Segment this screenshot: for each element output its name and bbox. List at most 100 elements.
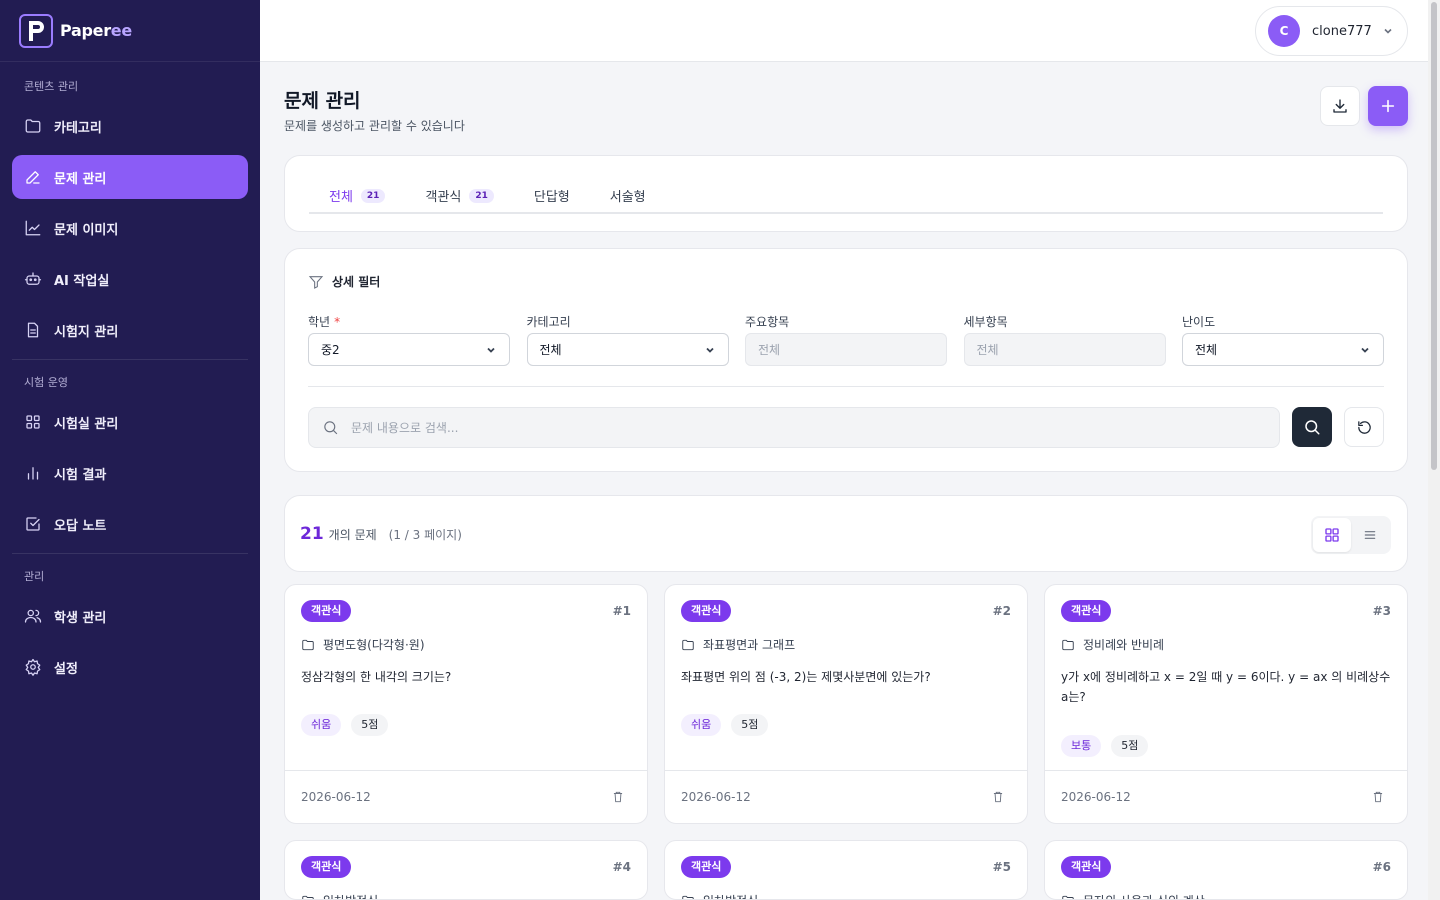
grid-view-button[interactable] — [1313, 518, 1351, 552]
category-select[interactable]: 전체 — [526, 333, 729, 366]
question-date: 2026-06-12 — [681, 790, 751, 804]
question-card[interactable]: 객관식 #5 일차방정식 — [664, 840, 1028, 900]
category-label: 평면도형(다각형·원) — [323, 638, 425, 652]
logo-icon — [19, 13, 53, 48]
logo[interactable]: Paperee — [0, 0, 260, 62]
bar-chart-icon — [27, 467, 39, 480]
question-number: #6 — [1372, 860, 1391, 874]
category-label: 좌표평면과 그래프 — [703, 638, 796, 652]
scrollbar-thumb[interactable] — [1431, 2, 1437, 470]
sidebar-item-label: 오답 노트 — [54, 518, 107, 534]
category-label: 일차방정식 — [703, 892, 758, 899]
scrollbar[interactable] — [1428, 0, 1440, 900]
search-icon — [1305, 420, 1320, 435]
chevron-down-icon — [705, 347, 714, 353]
chevron-down-icon — [1384, 28, 1392, 34]
required-mark: * — [334, 315, 341, 329]
question-tags: 쉬움 5점 — [301, 714, 398, 736]
folder-icon — [1062, 895, 1074, 899]
difficulty-tag: 쉬움 — [301, 714, 342, 736]
tab-all[interactable]: 전체 21 — [309, 186, 405, 214]
sidebar-item-ai-workshop[interactable]: AI 작업실 — [12, 257, 248, 301]
sidebar-item-questions[interactable]: 문제 관리 — [12, 155, 248, 199]
question-number: #1 — [612, 604, 631, 618]
sidebar-item-label: 시험실 관리 — [54, 416, 119, 432]
question-type-badge: 객관식 — [1061, 856, 1112, 878]
search-box[interactable] — [308, 407, 1280, 448]
tab-multiple-choice[interactable]: 객관식 21 — [405, 186, 513, 214]
sidebar-item-category[interactable]: 카테고리 — [12, 104, 248, 148]
sidebar-item-students[interactable]: 학생 관리 — [12, 594, 248, 638]
tab-essay[interactable]: 서술형 — [590, 186, 666, 214]
difficulty-tag: 보통 — [1061, 735, 1102, 757]
page-title: 문제 관리 — [284, 90, 361, 112]
question-text: 정삼각형의 한 내각의 크기는? — [301, 670, 452, 684]
question-category: 일차방정식 — [681, 892, 758, 899]
folder-icon — [1062, 639, 1074, 650]
sub-topic-select[interactable]: 전체 — [963, 333, 1166, 366]
user-menu[interactable]: C clone777 — [1255, 6, 1408, 56]
filter-card: 상세 필터 학년 * 중2 카테고리 전체 주요항목 전체 세부항목 전체 난이… — [284, 248, 1408, 472]
select-value: 전체 — [539, 343, 562, 357]
question-tags: 보통 5점 — [1061, 735, 1158, 757]
robot-icon — [24, 272, 42, 285]
question-card[interactable]: 객관식 #3 정비례와 반비례 y가 x에 정비례하고 x = 2일 때 y =… — [1044, 584, 1408, 824]
question-card[interactable]: 객관식 #2 좌표평면과 그래프 좌표평면 위의 점 (-3, 2)는 제몇사분… — [664, 584, 1028, 824]
download-icon — [1333, 99, 1347, 113]
field-label: 카테고리 — [526, 315, 571, 329]
category-label: 문자의 사용과 식의 계산 — [1083, 892, 1205, 899]
trash-icon[interactable] — [991, 790, 1005, 804]
sidebar-item-exam-rooms[interactable]: 시험실 관리 — [12, 400, 248, 444]
category-field: 카테고리 전체 — [526, 313, 729, 366]
question-type-badge: 객관식 — [301, 856, 352, 878]
search-button[interactable] — [1292, 407, 1332, 447]
sidebar-item-settings[interactable]: 설정 — [12, 645, 248, 689]
main-topic-select[interactable]: 전체 — [745, 333, 947, 366]
download-button[interactable] — [1320, 86, 1360, 126]
folder-icon — [302, 639, 314, 650]
sidebar-item-exam-results[interactable]: 시험 결과 — [12, 451, 248, 495]
question-number: #3 — [1372, 604, 1391, 618]
question-text: y가 x에 정비례하고 x = 2일 때 y = 6이다. y = ax 의 비… — [1061, 670, 1391, 704]
add-question-button[interactable] — [1368, 86, 1408, 126]
question-card[interactable]: 객관식 #1 평면도형(다각형·원) 정삼각형의 한 내각의 크기는? 쉬움 5… — [284, 584, 648, 824]
users-icon — [24, 609, 42, 623]
tab-short-answer[interactable]: 단답형 — [514, 186, 590, 214]
filter-divider — [308, 386, 1384, 387]
list-view-button[interactable] — [1351, 518, 1389, 552]
topbar: C clone777 — [260, 0, 1440, 62]
difficulty-select[interactable]: 전체 — [1182, 333, 1384, 366]
filter-header: 상세 필터 — [308, 273, 380, 290]
reset-button[interactable] — [1344, 407, 1384, 447]
question-footer: 2026-06-12 — [1045, 770, 1407, 823]
question-type-tabs: 전체 21 객관식 21 단답형 서술형 — [309, 186, 1383, 214]
folder-icon — [302, 895, 314, 899]
tab-label: 단답형 — [533, 190, 570, 205]
sidebar-item-exam-papers[interactable]: 시험지 관리 — [12, 308, 248, 352]
results-header: 21 개의 문제 (1 / 3 페이지) — [284, 495, 1408, 572]
question-type-badge: 객관식 — [1061, 600, 1112, 622]
question-card[interactable]: 객관식 #4 일차방정식 — [284, 840, 648, 900]
sidebar-item-label: 설정 — [54, 661, 78, 677]
trash-icon[interactable] — [611, 790, 625, 804]
folder-icon — [25, 119, 41, 133]
tabs-card: 전체 21 객관식 21 단답형 서술형 — [284, 155, 1408, 232]
trash-icon[interactable] — [1371, 790, 1385, 804]
page-subtitle: 문제를 생성하고 관리할 수 있습니다 — [284, 119, 465, 133]
question-number: #5 — [992, 860, 1011, 874]
question-card[interactable]: 객관식 #6 문자의 사용과 식의 계산 — [1044, 840, 1408, 900]
grade-field: 학년 * 중2 — [308, 313, 510, 366]
sidebar-item-question-images[interactable]: 문제 이미지 — [12, 206, 248, 250]
result-label: 개의 문제 — [328, 528, 377, 542]
grade-select[interactable]: 중2 — [308, 333, 510, 366]
chevron-down-icon — [1361, 347, 1369, 353]
sidebar-item-wrong-notes[interactable]: 오답 노트 — [12, 502, 248, 546]
page-info: (1 / 3 페이지) — [388, 528, 462, 542]
sidebar-item-label: 문제 이미지 — [54, 222, 119, 238]
tab-label: 전체 — [329, 190, 353, 205]
category-label: 일차방정식 — [323, 892, 378, 899]
grid-icon — [26, 415, 40, 429]
search-input[interactable] — [351, 420, 1251, 435]
select-value: 중2 — [321, 343, 340, 357]
filter-fields: 학년 * 중2 카테고리 전체 주요항목 전체 세부항목 전체 난이도 전체 — [308, 313, 1384, 366]
